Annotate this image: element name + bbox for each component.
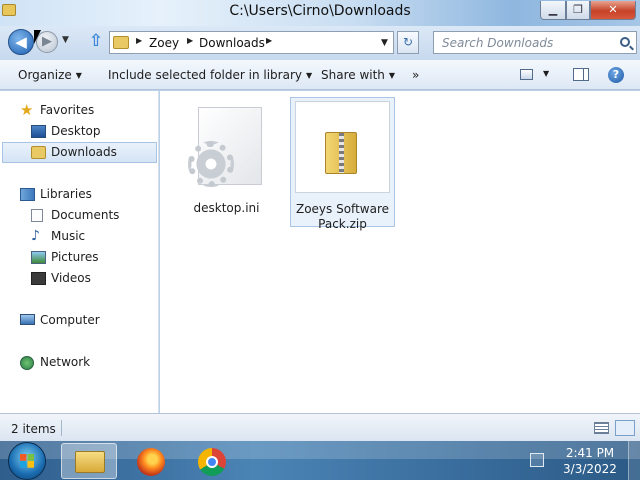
file-list[interactable]: desktop.ini Zoeys Software Pack.zip (160, 91, 640, 413)
file-name: Zoeys Software Pack.zip (295, 202, 389, 231)
desktop-icon (31, 125, 46, 138)
zipper-icon (339, 133, 344, 173)
mouse-cursor-icon (34, 30, 41, 44)
navigation-pane: ★ Favorites Desktop Downloads Libraries … (0, 91, 159, 413)
sidebar-item-computer[interactable]: Computer (20, 311, 150, 331)
up-button[interactable]: ⇧ (86, 31, 106, 53)
address-bar[interactable]: ▶ Zoey ▶ Downloads ▶ ▼ (109, 31, 394, 54)
sidebar-item-favorites[interactable]: ★ Favorites (20, 101, 150, 121)
file-item-zoeys-software-pack[interactable]: Zoeys Software Pack.zip (290, 97, 395, 231)
change-view-icon[interactable] (520, 69, 533, 80)
chevron-down-icon: ▼ (75, 71, 82, 80)
details-view-icon[interactable] (594, 422, 609, 434)
sidebar-item-downloads[interactable]: Downloads (2, 142, 157, 163)
breadcrumb-arrow[interactable]: ▶ (187, 36, 193, 45)
taskbar-explorer-button[interactable] (61, 443, 117, 479)
windows-logo-icon (20, 454, 34, 468)
item-count: 2 items (11, 422, 56, 436)
include-in-library-menu[interactable]: Include selected folder in library ▼ (108, 68, 312, 82)
taskbar: 2:41 PM 3/3/2022 (0, 441, 640, 480)
show-desktop-button[interactable] (628, 441, 640, 480)
minimize-button[interactable]: ▁ (540, 1, 566, 20)
maximize-button[interactable]: ❐ (566, 1, 590, 20)
start-button[interactable] (8, 442, 46, 480)
file-item-desktop-ini[interactable]: desktop.ini (174, 97, 279, 227)
thumbnail-frame (295, 101, 390, 193)
address-history-dropdown[interactable]: ▼ (381, 38, 388, 48)
refresh-button[interactable]: ↻ (397, 31, 419, 54)
recent-pages-dropdown[interactable]: ▼ (62, 35, 69, 45)
sidebar-item-desktop[interactable]: Desktop (31, 122, 151, 142)
sidebar-item-label: Documents (51, 208, 120, 222)
preview-pane-icon[interactable] (573, 68, 589, 81)
gear-icon (188, 141, 234, 187)
help-icon[interactable]: ? (608, 67, 624, 83)
sidebar-item-label: Favorites (40, 103, 95, 117)
chrome-icon (198, 448, 226, 476)
chevron-down-icon: ▼ (388, 71, 396, 80)
sidebar-item-label: Libraries (40, 187, 92, 201)
breadcrumb-arrow[interactable]: ▶ (136, 36, 142, 45)
clock-date: 3/3/2022 (563, 462, 617, 476)
sidebar-item-videos[interactable]: Videos (31, 269, 151, 289)
large-icons-view-icon[interactable] (615, 420, 635, 436)
organize-label: Organize (18, 68, 72, 82)
view-options-dropdown[interactable]: ▼ (543, 69, 549, 78)
sidebar-item-label: Videos (51, 271, 91, 285)
explorer-icon (75, 451, 105, 473)
search-icon[interactable] (620, 37, 630, 47)
sidebar-item-label: Pictures (51, 250, 99, 264)
organize-menu[interactable]: Organize ▼ (18, 68, 82, 82)
videos-icon (31, 272, 46, 285)
clock-time: 2:41 PM (565, 446, 615, 460)
sidebar-item-label: Downloads (51, 145, 117, 159)
zip-folder-icon (325, 132, 357, 174)
command-bar: Organize ▼ Include selected folder in lib… (0, 60, 640, 90)
more-commands-button[interactable]: » (412, 68, 419, 82)
sidebar-item-libraries[interactable]: Libraries (20, 185, 150, 205)
sidebar-item-label: Music (51, 229, 86, 243)
status-bar: 2 items (0, 413, 640, 441)
star-icon: ★ (20, 101, 34, 119)
search-placeholder: Search Downloads (442, 36, 554, 50)
tray-network-icon[interactable] (530, 453, 544, 467)
search-input[interactable]: Search Downloads (433, 31, 637, 54)
breadcrumb-downloads[interactable]: Downloads (199, 36, 265, 50)
include-in-library-label: Include selected folder in library (108, 68, 302, 82)
sidebar-item-label: Desktop (51, 124, 101, 138)
share-with-menu[interactable]: Share with ▼ (321, 68, 395, 82)
system-clock[interactable]: 2:41 PM 3/3/2022 (557, 445, 623, 477)
libraries-icon (20, 188, 35, 201)
sidebar-item-documents[interactable]: Documents (31, 206, 151, 226)
share-with-label: Share with (321, 68, 385, 82)
divider (61, 420, 62, 436)
computer-icon (20, 314, 35, 325)
music-icon: ♪ (31, 228, 40, 244)
folder-icon (113, 36, 129, 49)
documents-icon (31, 209, 43, 222)
breadcrumb-zoey[interactable]: Zoey (149, 36, 179, 50)
sidebar-item-music[interactable]: ♪ Music (31, 227, 151, 247)
pictures-icon (31, 251, 46, 264)
sidebar-item-pictures[interactable]: Pictures (31, 248, 151, 268)
breadcrumb-arrow[interactable]: ▶ (266, 36, 272, 45)
sidebar-item-network[interactable]: Network (20, 353, 150, 373)
chevron-down-icon: ▼ (305, 71, 313, 80)
title-bar[interactable]: C:\Users\Cirno\Downloads ▁ ❐ ✕ (0, 0, 640, 26)
folder-icon (31, 146, 46, 159)
network-icon (20, 356, 34, 370)
close-button[interactable]: ✕ (590, 1, 636, 20)
firefox-icon (137, 448, 165, 476)
sidebar-item-label: Network (40, 355, 91, 369)
file-name: desktop.ini (193, 201, 260, 215)
navigation-bar: ◀ ▶ ▼ ⇧ ▶ Zoey ▶ Downloads ▶ ▼ ↻ Search … (0, 26, 640, 60)
sidebar-item-label: Computer (40, 313, 100, 327)
taskbar-firefox-button[interactable] (124, 443, 180, 479)
taskbar-chrome-button[interactable] (185, 443, 241, 479)
back-button[interactable]: ◀ (8, 29, 34, 55)
